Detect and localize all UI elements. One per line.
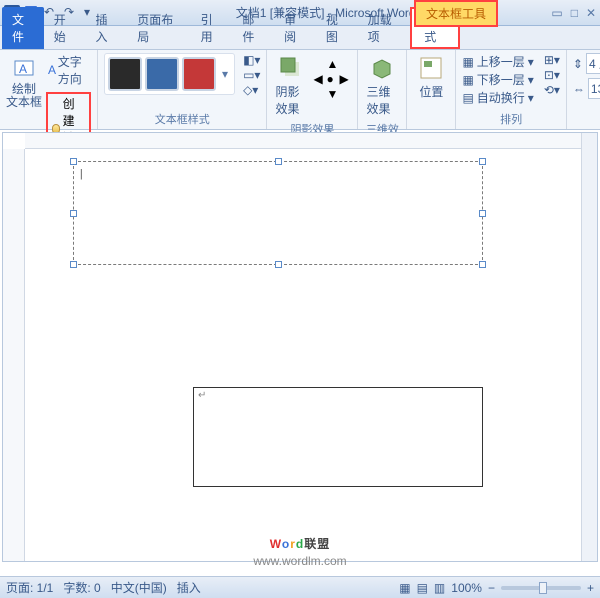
style-gallery[interactable]: ▾ (104, 53, 235, 95)
zoom-in-button[interactable]: + (587, 581, 594, 595)
status-language[interactable]: 中文(中国) (111, 579, 167, 596)
vertical-ruler[interactable] (3, 149, 25, 561)
group-3d: 三维效果 三维效果 (358, 50, 407, 129)
status-insert-mode[interactable]: 插入 (177, 579, 201, 596)
window-controls: ▭ □ ✕ (551, 6, 596, 20)
group-shadow: 阴影效果 ▲◀●▶▼ 阴影效果 (267, 50, 358, 129)
maximize-button[interactable]: □ (571, 6, 578, 20)
shadow-nudge-grid[interactable]: ▲◀●▶▼ (313, 57, 351, 101)
threed-label: 三维效果 (366, 83, 398, 117)
paragraph-mark-icon: ↵ (198, 390, 206, 401)
threed-effects-button[interactable]: 三维效果 (364, 53, 400, 119)
view-web-icon[interactable]: ▥ (434, 581, 445, 595)
tab-addins[interactable]: 加载项 (358, 7, 411, 49)
tab-home[interactable]: 开始 (44, 7, 86, 49)
text-direction-button[interactable]: A 文字方向 (46, 53, 91, 87)
zoom-level[interactable]: 100% (451, 581, 482, 595)
document-area: | ↵ (2, 132, 598, 562)
minimize-button[interactable]: ▭ (551, 6, 562, 20)
shape-outline-icon[interactable]: ▭▾ (243, 68, 260, 82)
tab-insert[interactable]: 插入 (85, 7, 127, 49)
text-direction-label: 文字方向 (58, 53, 91, 87)
unselected-textbox[interactable]: ↵ (193, 387, 483, 487)
send-backward-button[interactable]: ▦ 下移一层 ▾ (462, 71, 533, 88)
group-position: 位置 (407, 50, 456, 129)
zoom-out-button[interactable]: − (488, 581, 495, 595)
svg-text:A: A (48, 63, 56, 77)
position-button[interactable]: 位置 (413, 53, 449, 102)
shape-fill-icon[interactable]: ◧▾ (243, 53, 260, 67)
svg-text:A: A (19, 62, 27, 76)
horizontal-ruler[interactable] (25, 133, 597, 149)
tab-review[interactable]: 审阅 (274, 7, 316, 49)
draw-textbox-button[interactable]: A 绘制 文本框 (6, 53, 42, 111)
width-input[interactable]: 13.22 厘米 (588, 78, 600, 99)
status-page[interactable]: 页面: 1/1 (6, 579, 53, 596)
view-print-layout-icon[interactable]: ▦ (399, 581, 410, 595)
ribbon-tabs: 文件 开始 插入 页面布局 引用 邮件 审阅 视图 加载项 格式 (0, 26, 600, 50)
group-icon[interactable]: ⊡▾ (544, 68, 560, 82)
watermark-url: www.wordlm.com (253, 554, 346, 568)
change-shape-icon[interactable]: ◇▾ (243, 83, 260, 97)
gallery-more-icon[interactable]: ▾ (219, 67, 231, 81)
text-wrap-button[interactable]: ▤ 自动换行 ▾ (462, 89, 533, 106)
bring-forward-button[interactable]: ▦ 上移一层 ▾ (462, 53, 533, 70)
contextual-tab-textbox-tools[interactable]: 文本框工具 (414, 0, 498, 27)
style-swatch-3[interactable] (182, 57, 216, 91)
tab-mailings[interactable]: 邮件 (232, 7, 274, 49)
rotate-icon[interactable]: ⟲▾ (544, 83, 560, 97)
shadow-effects-button[interactable]: 阴影效果 (273, 53, 309, 119)
style-swatch-1[interactable] (108, 57, 142, 91)
vertical-scrollbar[interactable] (581, 133, 597, 561)
tab-file[interactable]: 文件 (2, 7, 44, 49)
zoom-slider-thumb[interactable] (539, 582, 547, 594)
shadow-label: 阴影效果 (275, 83, 307, 117)
height-icon: ⇕ (573, 57, 583, 71)
group-arrange: ▦ 上移一层 ▾ ▦ 下移一层 ▾ ▤ 自动换行 ▾ ⊞▾ ⊡▾ ⟲▾ 排列 (456, 50, 566, 129)
group-size-label: 大小 (573, 109, 600, 127)
group-size: ⇕4 厘米 ⇔13.22 厘米 大小 (567, 50, 600, 129)
text-cursor: | (80, 166, 82, 181)
close-button[interactable]: ✕ (586, 6, 596, 20)
view-reading-icon[interactable]: ▤ (417, 581, 428, 595)
style-swatch-2[interactable] (145, 57, 179, 91)
tab-page-layout[interactable]: 页面布局 (127, 7, 190, 49)
tab-view[interactable]: 视图 (316, 7, 358, 49)
status-word-count[interactable]: 字数: 0 (63, 579, 100, 596)
group-arrange-label: 排列 (462, 109, 559, 127)
height-input[interactable]: 4 厘米 (586, 53, 600, 74)
ribbon: A 绘制 文本框 A 文字方向 创建链接 文本 ▾ (0, 50, 600, 130)
group-text: A 绘制 文本框 A 文字方向 创建链接 文本 (0, 50, 98, 129)
width-icon: ⇔ (573, 82, 585, 96)
group-styles-label: 文本框样式 (104, 109, 260, 127)
draw-textbox-label: 绘制 文本框 (6, 83, 42, 109)
zoom-controls: ▦ ▤ ▥ 100% − + (399, 581, 594, 595)
watermark: Word联盟 www.wordlm.com (253, 528, 346, 568)
tab-references[interactable]: 引用 (191, 7, 233, 49)
position-label: 位置 (419, 83, 443, 100)
selected-textbox[interactable]: | (73, 161, 483, 265)
document-page[interactable]: | ↵ (43, 157, 577, 553)
align-icon[interactable]: ⊞▾ (544, 53, 560, 67)
status-bar: 页面: 1/1 字数: 0 中文(中国) 插入 ▦ ▤ ▥ 100% − + (0, 576, 600, 598)
group-textbox-styles: ▾ ◧▾ ▭▾ ◇▾ 文本框样式 (98, 50, 267, 129)
zoom-slider[interactable] (501, 586, 581, 590)
